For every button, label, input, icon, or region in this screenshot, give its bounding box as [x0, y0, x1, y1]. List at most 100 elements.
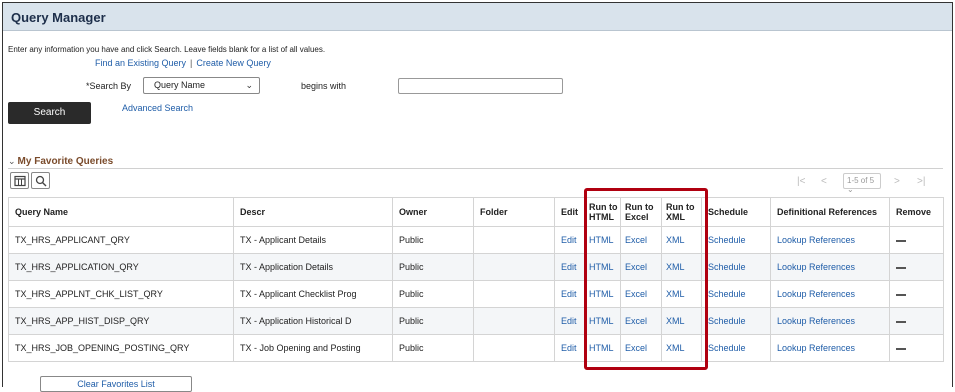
chevron-down-icon: ⌄ — [847, 185, 854, 194]
search-by-label: *Search By — [86, 81, 132, 91]
remove-cell — [889, 307, 944, 335]
descr-cell: TX - Application Historical D — [233, 307, 393, 335]
lookup-references-link[interactable]: Lookup References — [770, 334, 890, 362]
last-page-button[interactable]: >| — [917, 176, 925, 187]
table-row: TX_HRS_APPLICATION_QRY TX - Application … — [8, 253, 944, 281]
run-xml-link[interactable]: XML — [661, 226, 702, 254]
chevron-down-icon: ⌄ — [245, 80, 253, 90]
lookup-references-link[interactable]: Lookup References — [770, 253, 890, 281]
edit-link[interactable]: Edit — [554, 307, 585, 335]
run-xml-link[interactable]: XML — [661, 334, 702, 362]
search-button[interactable]: Search — [8, 102, 91, 124]
run-html-link[interactable]: HTML — [584, 280, 621, 308]
search-by-select[interactable]: Query Name ⌄ — [143, 77, 260, 94]
folder-cell — [473, 307, 555, 335]
page-range-value: 1-5 of 5 — [847, 176, 875, 185]
run-excel-link[interactable]: Excel — [620, 253, 662, 281]
col-header-schedule: Schedule — [701, 197, 771, 227]
lookup-references-link[interactable]: Lookup References — [770, 280, 890, 308]
search-by-value: Query Name — [154, 80, 206, 90]
collapse-chevron-icon: ⌄ — [8, 156, 16, 166]
descr-cell: TX - Application Details — [233, 253, 393, 281]
table-row: TX_HRS_APP_HIST_DISP_QRY TX - Applicatio… — [8, 307, 944, 335]
lookup-references-link[interactable]: Lookup References — [770, 226, 890, 254]
remove-cell — [889, 226, 944, 254]
run-html-link[interactable]: HTML — [584, 307, 621, 335]
table-row: TX_HRS_JOB_OPENING_POSTING_QRY TX - Job … — [8, 334, 944, 362]
remove-favorite-button[interactable] — [896, 293, 906, 296]
folder-cell — [473, 253, 555, 281]
remove-favorite-button[interactable] — [896, 347, 906, 350]
folder-cell — [473, 280, 555, 308]
run-html-link[interactable]: HTML — [584, 334, 621, 362]
owner-cell: Public — [392, 280, 474, 308]
edit-link[interactable]: Edit — [554, 280, 585, 308]
table-row: TX_HRS_APPLNT_CHK_LIST_QRY TX - Applican… — [8, 280, 944, 308]
clear-favorites-button[interactable]: Clear Favorites List — [40, 376, 192, 392]
schedule-link[interactable]: Schedule — [701, 334, 771, 362]
col-header-owner[interactable]: Owner — [392, 197, 474, 227]
run-xml-link[interactable]: XML — [661, 307, 702, 335]
page-range-select[interactable]: 1-5 of 5 ⌄ — [843, 173, 881, 194]
create-new-query-link[interactable]: Create New Query — [196, 58, 271, 68]
run-excel-link[interactable]: Excel — [620, 334, 662, 362]
descr-cell: TX - Job Opening and Posting — [233, 334, 393, 362]
remove-cell — [889, 253, 944, 281]
col-header-descr[interactable]: Descr — [233, 197, 393, 227]
table-header-row: Query Name Descr Owner Folder Edit Run t… — [8, 197, 944, 227]
schedule-link[interactable]: Schedule — [701, 226, 771, 254]
remove-favorite-button[interactable] — [896, 320, 906, 323]
first-page-button[interactable]: |< — [797, 176, 805, 187]
edit-link[interactable]: Edit — [554, 253, 585, 281]
query-name-cell: TX_HRS_APP_HIST_DISP_QRY — [8, 307, 234, 335]
col-header-edit: Edit — [554, 197, 585, 227]
section-divider — [8, 168, 943, 169]
previous-page-button[interactable]: < — [821, 176, 827, 187]
col-header-run-html: Run to HTML — [584, 197, 621, 227]
folder-cell — [473, 334, 555, 362]
owner-cell: Public — [392, 307, 474, 335]
begins-with-input[interactable] — [398, 78, 563, 94]
schedule-link[interactable]: Schedule — [701, 253, 771, 281]
schedule-link[interactable]: Schedule — [701, 280, 771, 308]
advanced-search-link[interactable]: Advanced Search — [122, 103, 193, 113]
col-header-run-xml: Run to XML — [661, 197, 702, 227]
run-excel-link[interactable]: Excel — [620, 226, 662, 254]
remove-cell — [889, 334, 944, 362]
next-page-button[interactable]: > — [894, 176, 900, 187]
remove-favorite-button[interactable] — [896, 266, 906, 269]
col-header-query-name[interactable]: Query Name — [8, 197, 234, 227]
personalize-columns-button[interactable] — [10, 172, 29, 189]
find-existing-query-link[interactable]: Find an Existing Query — [95, 58, 186, 68]
col-header-run-excel: Run to Excel — [620, 197, 662, 227]
remove-cell — [889, 280, 944, 308]
lookup-references-link[interactable]: Lookup References — [770, 307, 890, 335]
run-xml-link[interactable]: XML — [661, 253, 702, 281]
schedule-link[interactable]: Schedule — [701, 307, 771, 335]
col-header-remove: Remove — [889, 197, 944, 227]
favorites-header-label: My Favorite Queries — [17, 156, 114, 167]
remove-favorite-button[interactable] — [896, 239, 906, 242]
owner-cell: Public — [392, 253, 474, 281]
run-excel-link[interactable]: Excel — [620, 280, 662, 308]
run-xml-link[interactable]: XML — [661, 280, 702, 308]
search-icon — [35, 175, 47, 187]
col-header-folder[interactable]: Folder — [473, 197, 555, 227]
run-html-link[interactable]: HTML — [584, 253, 621, 281]
owner-cell: Public — [392, 226, 474, 254]
run-html-link[interactable]: HTML — [584, 226, 621, 254]
query-name-cell: TX_HRS_APPLNT_CHK_LIST_QRY — [8, 280, 234, 308]
find-in-grid-button[interactable] — [31, 172, 50, 189]
col-header-definitional-references: Definitional References — [770, 197, 890, 227]
query-name-cell: TX_HRS_APPLICANT_QRY — [8, 226, 234, 254]
run-excel-link[interactable]: Excel — [620, 307, 662, 335]
edit-link[interactable]: Edit — [554, 226, 585, 254]
edit-link[interactable]: Edit — [554, 334, 585, 362]
favorites-section-header[interactable]: ⌄ My Favorite Queries — [8, 156, 113, 167]
query-name-cell: TX_HRS_JOB_OPENING_POSTING_QRY — [8, 334, 234, 362]
query-name-cell: TX_HRS_APPLICATION_QRY — [8, 253, 234, 281]
folder-cell — [473, 226, 555, 254]
favorite-queries-table: Query Name Descr Owner Folder Edit Run t… — [8, 197, 944, 362]
query-mode-links: Find an Existing Query | Create New Query — [95, 58, 271, 68]
table-row: TX_HRS_APPLICANT_QRY TX - Applicant Deta… — [8, 226, 944, 254]
